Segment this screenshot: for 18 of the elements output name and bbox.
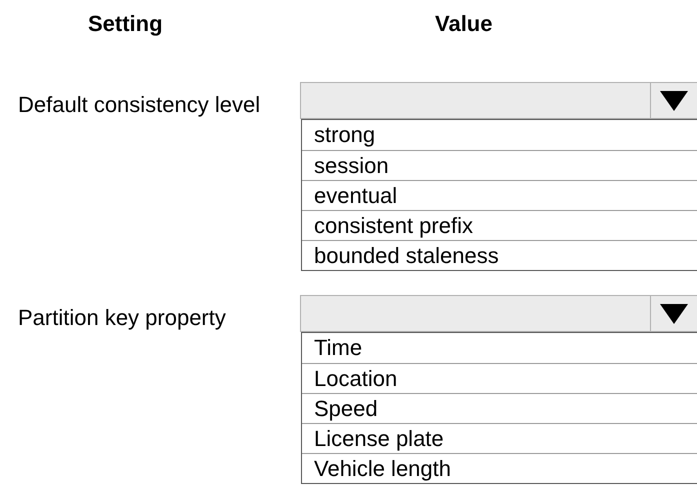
setting-label: Partition key property — [18, 305, 226, 330]
dropdown-option[interactable]: License plate — [302, 423, 697, 453]
dropdown[interactable] — [300, 82, 697, 119]
dropdown-option[interactable]: strong — [302, 120, 697, 150]
dropdown-option[interactable]: Time — [302, 333, 697, 363]
caret-icon — [660, 304, 688, 324]
dropdown-option[interactable]: Speed — [302, 393, 697, 423]
dropdown-option[interactable]: bounded staleness — [302, 240, 697, 270]
column-header: Setting — [88, 10, 163, 36]
dropdown[interactable] — [300, 295, 697, 332]
setting-label: Default consistency level — [18, 92, 260, 117]
caret-icon — [660, 90, 688, 110]
dropdown-option[interactable]: session — [302, 150, 697, 180]
dropdown-option[interactable]: Location — [302, 363, 697, 393]
column-header: Value — [435, 10, 492, 36]
dropdown-option[interactable]: Vehicle length — [302, 453, 697, 483]
dropdown-option[interactable]: consistent prefix — [302, 210, 697, 240]
dropdown-option[interactable]: eventual — [302, 180, 697, 210]
